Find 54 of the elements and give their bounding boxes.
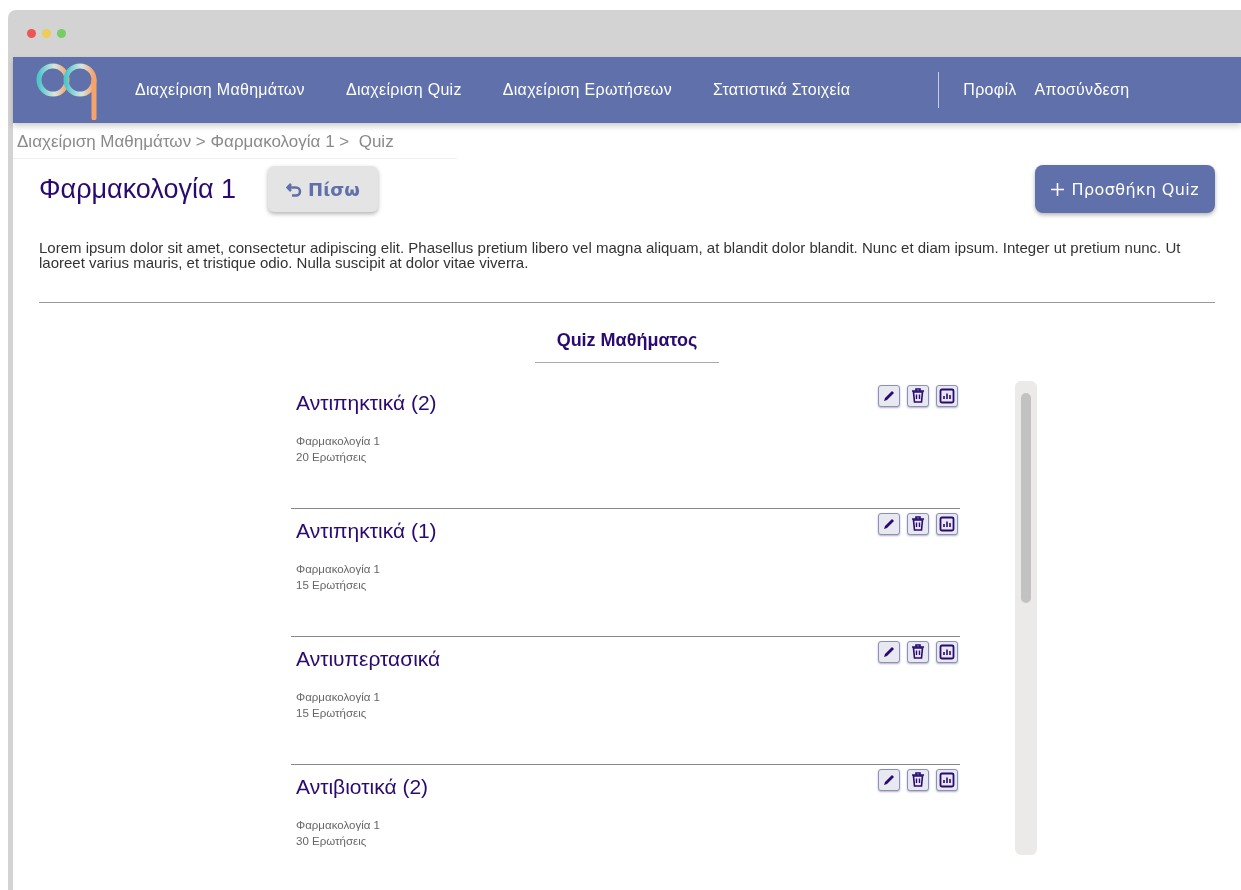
plus-icon	[1050, 182, 1064, 196]
chart-icon	[939, 387, 955, 404]
course-description: Lorem ipsum dolor sit amet, consectetur adipiscing elit. Phasellus pretium libero vel magna aliquam, at blandit dolor blandit. Nunc et diam ipsum. Integer ut pretium nunc. Ut laoreet varius mauris, et tristique odio. Nulla suscipit at dolor vitae viverra.	[39, 240, 1215, 303]
statistics-button[interactable]	[936, 384, 958, 407]
quiz-title: Αντιπηκτικά (1)	[296, 518, 437, 543]
quiz-course: Φαρμακολογία 1	[296, 690, 381, 703]
quiz-course: Φαρμακολογία 1	[296, 434, 381, 447]
pencil-icon	[882, 772, 896, 787]
nav-link[interactable]: Προφίλ	[963, 81, 1017, 99]
statistics-button[interactable]	[936, 512, 958, 535]
statistics-button[interactable]	[936, 640, 958, 663]
delete-button[interactable]	[907, 512, 929, 535]
edit-button[interactable]	[878, 768, 900, 791]
minimize-dot[interactable]	[42, 29, 51, 38]
pencil-icon	[882, 388, 896, 403]
nav-link[interactable]: Στατιστικά Στοιχεία	[712, 81, 851, 99]
scrollbar-thumb[interactable]	[1021, 392, 1031, 603]
breadcrumb: Διαχείριση Μαθημάτων > Φαρμακολογία 1 > Quiz	[13, 123, 457, 159]
nav-link[interactable]: Διαχείριση Μαθημάτων	[135, 81, 305, 99]
trash-icon	[911, 516, 925, 532]
quiz-title: Αντιβιοτικά (2)	[296, 774, 429, 799]
question-count: 15 Ερωτήσεις	[296, 578, 368, 591]
nav-link[interactable]: Διαχείριση Quiz	[345, 81, 462, 99]
pencil-icon	[882, 516, 896, 531]
section-heading: Quiz Μαθήματος	[535, 329, 719, 363]
trash-icon	[911, 644, 925, 660]
pencil-icon	[882, 644, 896, 659]
chart-icon	[939, 771, 955, 788]
maximize-dot[interactable]	[57, 29, 66, 38]
statistics-button[interactable]	[936, 768, 958, 791]
quiz-title: Αντιυπερτασικά	[296, 646, 441, 671]
add-quiz-button[interactable]: Προσθήκη Quiz	[1034, 165, 1215, 213]
chart-icon	[939, 643, 955, 660]
close-dot[interactable]	[27, 29, 36, 38]
quiz-course: Φαρμακολογία 1	[296, 562, 381, 575]
question-count: 30 Ερωτήσεις	[296, 834, 368, 847]
undo-icon	[286, 181, 303, 197]
delete-button[interactable]	[907, 768, 929, 791]
edit-button[interactable]	[878, 512, 900, 535]
delete-button[interactable]	[907, 640, 929, 663]
nav-link[interactable]: Διαχείριση Ερωτήσεων	[502, 81, 672, 99]
question-count: 15 Ερωτήσεις	[296, 706, 368, 719]
quiz-course: Φαρμακολογία 1	[296, 818, 381, 831]
edit-button[interactable]	[878, 384, 900, 407]
edit-button[interactable]	[878, 640, 900, 663]
trash-icon	[911, 388, 925, 404]
chart-icon	[939, 515, 955, 532]
delete-button[interactable]	[907, 384, 929, 407]
trash-icon	[911, 772, 925, 788]
quiz-title: Αντιπηκτικά (2)	[296, 390, 437, 415]
course-title: Φαρμακολογία 1	[39, 173, 237, 205]
question-count: 20 Ερωτήσεις	[296, 450, 368, 463]
back-button[interactable]: Πίσω	[268, 166, 378, 212]
nav-link[interactable]: Αποσύνδεση	[1034, 81, 1130, 99]
